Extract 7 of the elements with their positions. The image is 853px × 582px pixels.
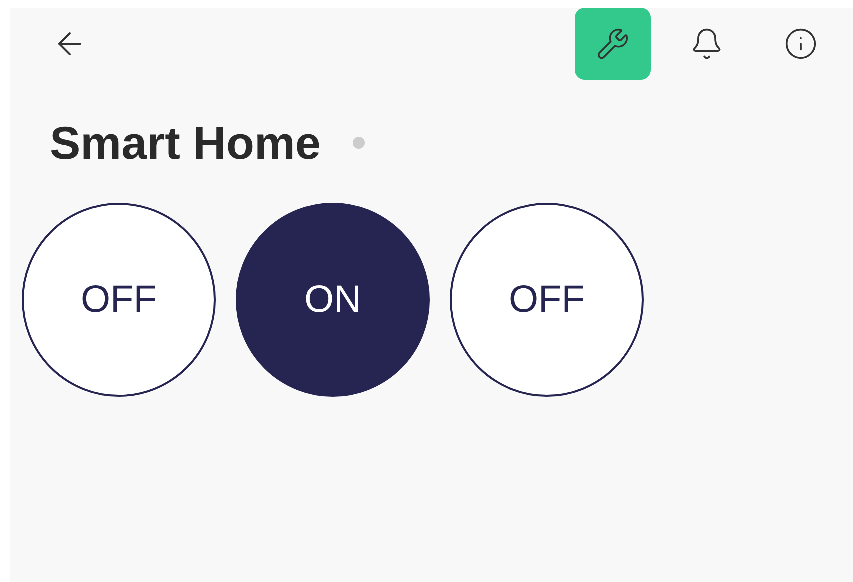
toggle-button[interactable]: ON — [236, 203, 430, 397]
page-title: Smart Home — [50, 120, 321, 166]
toolbar-button[interactable] — [575, 8, 651, 80]
wrench-icon — [596, 27, 630, 61]
toggle-button[interactable]: OFF — [22, 203, 216, 397]
toggle-button[interactable]: OFF — [450, 203, 644, 397]
info-icon — [784, 27, 818, 61]
